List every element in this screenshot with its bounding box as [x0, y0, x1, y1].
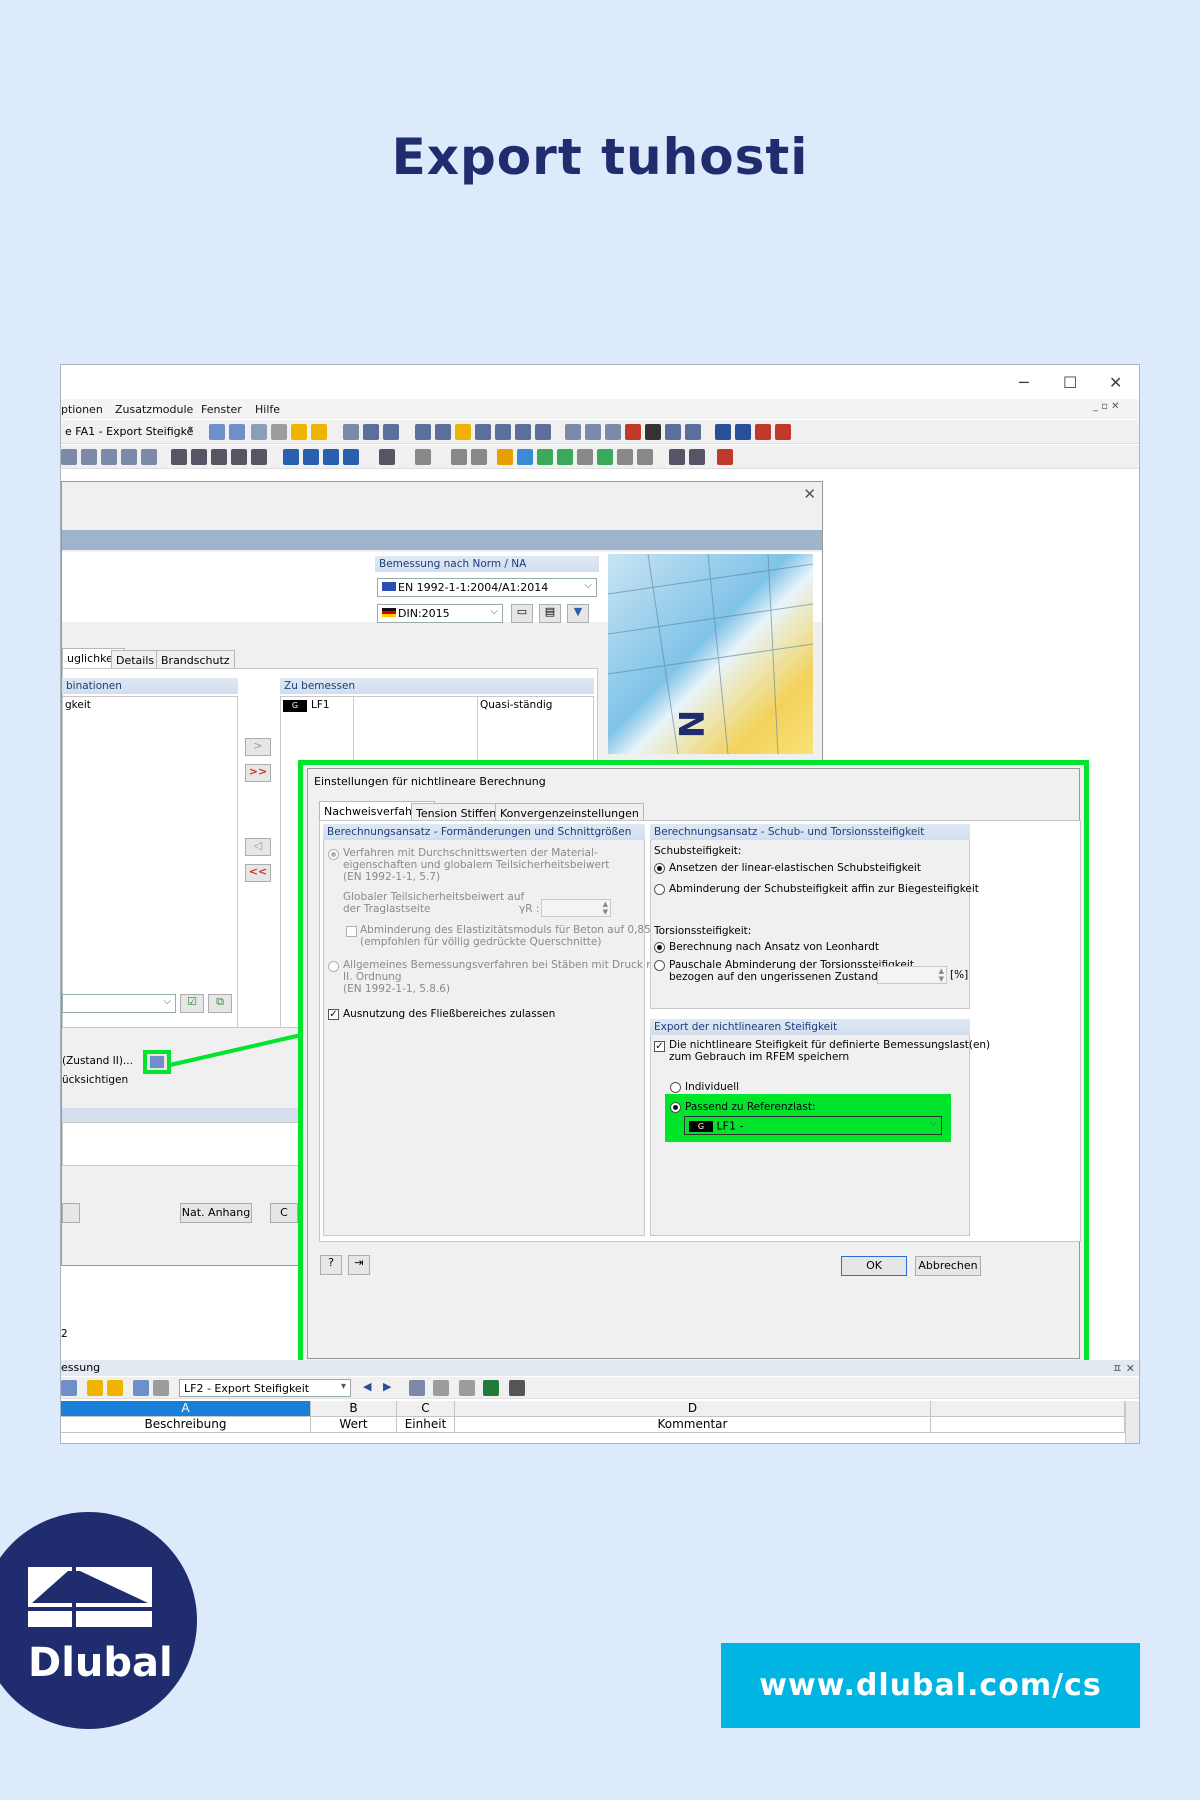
torsion-percent-input[interactable]: ▲ ▼ [877, 966, 947, 984]
reference-radio[interactable] [670, 1102, 681, 1113]
global-factor-label: Globaler Teilsicherheitsbeiwert auf der … [343, 891, 525, 915]
shear-label: Schubsteifigkeit: [654, 845, 742, 857]
header-kommentar: Kommentar [455, 1417, 931, 1433]
individual-label: Individuell [685, 1081, 740, 1093]
yield-checkbox[interactable]: ✓ [328, 1009, 339, 1020]
settings-dialog-highlight: Einstellungen für nichtlineare Berechnun… [298, 760, 1089, 1368]
filter-icon[interactable] [409, 1380, 425, 1396]
export-button[interactable]: ⇥ [348, 1255, 370, 1275]
screenshot-frame: ─ ☐ ✕ ptionen Zusatzmodule Fenster Hilfe… [60, 364, 1140, 1444]
bottom-toolbar: LF2 - Export Steifigkeit ▾ ◀ ▶ [61, 1377, 1139, 1399]
method-average-radio[interactable] [328, 849, 339, 860]
column-letter-b[interactable]: B [311, 1401, 397, 1417]
shear-linear-label: Ansetzen der linear-elastischen Schubste… [669, 862, 921, 874]
gamma-label: γR : [519, 903, 540, 915]
export-stiffness-label: Die nichtlineare Steifigkeit für definie… [669, 1039, 991, 1063]
header-einheit: Einheit [397, 1417, 455, 1433]
reduction-checkbox[interactable] [346, 926, 357, 937]
column-letter-empty [931, 1401, 1125, 1417]
torsion-leonhardt-radio[interactable] [654, 942, 665, 953]
bridge-icon [28, 1567, 152, 1627]
method-average-label: Verfahren mit Durchschnittswerten der Ma… [343, 847, 610, 883]
calculator-icon[interactable] [509, 1380, 525, 1396]
column-letter-a[interactable]: A [61, 1401, 311, 1417]
cancel-button[interactable]: Abbrechen [915, 1256, 981, 1276]
torsion-reduction-radio[interactable] [654, 960, 665, 971]
reference-label: Passend zu Referenzlast: [685, 1101, 816, 1113]
yield-label: Ausnutzung des Fließbereiches zulassen [343, 1008, 556, 1020]
tool-icon[interactable] [459, 1380, 475, 1396]
tool-icon[interactable] [433, 1380, 449, 1396]
vertical-scrollbar[interactable] [1125, 1401, 1139, 1443]
dialog-title: Einstellungen für nichtlineare Berechnun… [314, 775, 546, 788]
help-button[interactable]: ? [320, 1255, 342, 1275]
reduction-label: Abminderung des Elastizitätsmoduls für B… [360, 924, 679, 948]
export-stiffness-checkbox[interactable]: ✓ [654, 1041, 665, 1052]
side-number: 2 [61, 1328, 68, 1340]
tool-icon[interactable] [61, 1380, 77, 1396]
nav-left-icon[interactable]: ◀ [363, 1380, 379, 1396]
tool-icon[interactable] [107, 1380, 123, 1396]
individual-radio[interactable] [670, 1082, 681, 1093]
panel-title: essung [61, 1361, 101, 1374]
excel-icon[interactable] [483, 1380, 499, 1396]
shear-linear-radio[interactable] [654, 863, 665, 874]
column-letter-c[interactable]: C [397, 1401, 455, 1417]
result-table: A B C D Beschreibung Wert Einheit Kommen… [61, 1401, 1139, 1443]
shear-reduction-label: Abminderung der Schubsteifigkeit affin z… [669, 883, 979, 895]
left-group-header: Berechnungsansatz - Formänderungen und S… [323, 824, 645, 840]
bottom-table-select[interactable]: LF2 - Export Steifigkeit ▾ [179, 1379, 351, 1397]
load-type-badge: G [689, 1120, 713, 1132]
right-group-header: Berechnungsansatz - Schub- und Torsionss… [650, 824, 970, 840]
tool-icon[interactable] [87, 1380, 103, 1396]
website-url[interactable]: www.dlubal.com/cs [721, 1643, 1140, 1728]
dlubal-logo: Dlubal [0, 1512, 197, 1729]
header-empty [931, 1417, 1125, 1433]
column-letter-d[interactable]: D [455, 1401, 931, 1417]
reference-load-select[interactable]: G LF1 - ⌵ [684, 1116, 942, 1135]
nav-right-icon[interactable]: ▶ [383, 1380, 399, 1396]
left-group [323, 824, 645, 1236]
tool-icon[interactable] [153, 1380, 169, 1396]
torsion-label: Torsionssteifigkeit: [654, 925, 752, 937]
bottom-panel-title-bar: essung ㅍ ✕ [61, 1360, 1139, 1376]
method-general-radio[interactable] [328, 961, 339, 972]
gamma-input[interactable]: ▲ ▼ [541, 899, 611, 917]
header-wert: Wert [311, 1417, 397, 1433]
panel-controls-icon[interactable]: ㅍ ✕ [1112, 1360, 1135, 1376]
percent-unit: [%] [950, 969, 969, 981]
page-title: Export tuhosti [391, 128, 809, 186]
shear-reduction-radio[interactable] [654, 884, 665, 895]
header-beschreibung: Beschreibung [61, 1417, 311, 1433]
settings-dialog: Einstellungen für nichtlineare Berechnun… [307, 768, 1081, 1359]
export-group-header: Export der nichtlinearen Steifigkeit [650, 1019, 970, 1035]
logo-text: Dlubal [28, 1640, 173, 1686]
torsion-leonhardt-label: Berechnung nach Ansatz von Leonhardt [669, 941, 880, 953]
tool-icon[interactable] [133, 1380, 149, 1396]
ok-button[interactable]: OK [841, 1256, 907, 1276]
